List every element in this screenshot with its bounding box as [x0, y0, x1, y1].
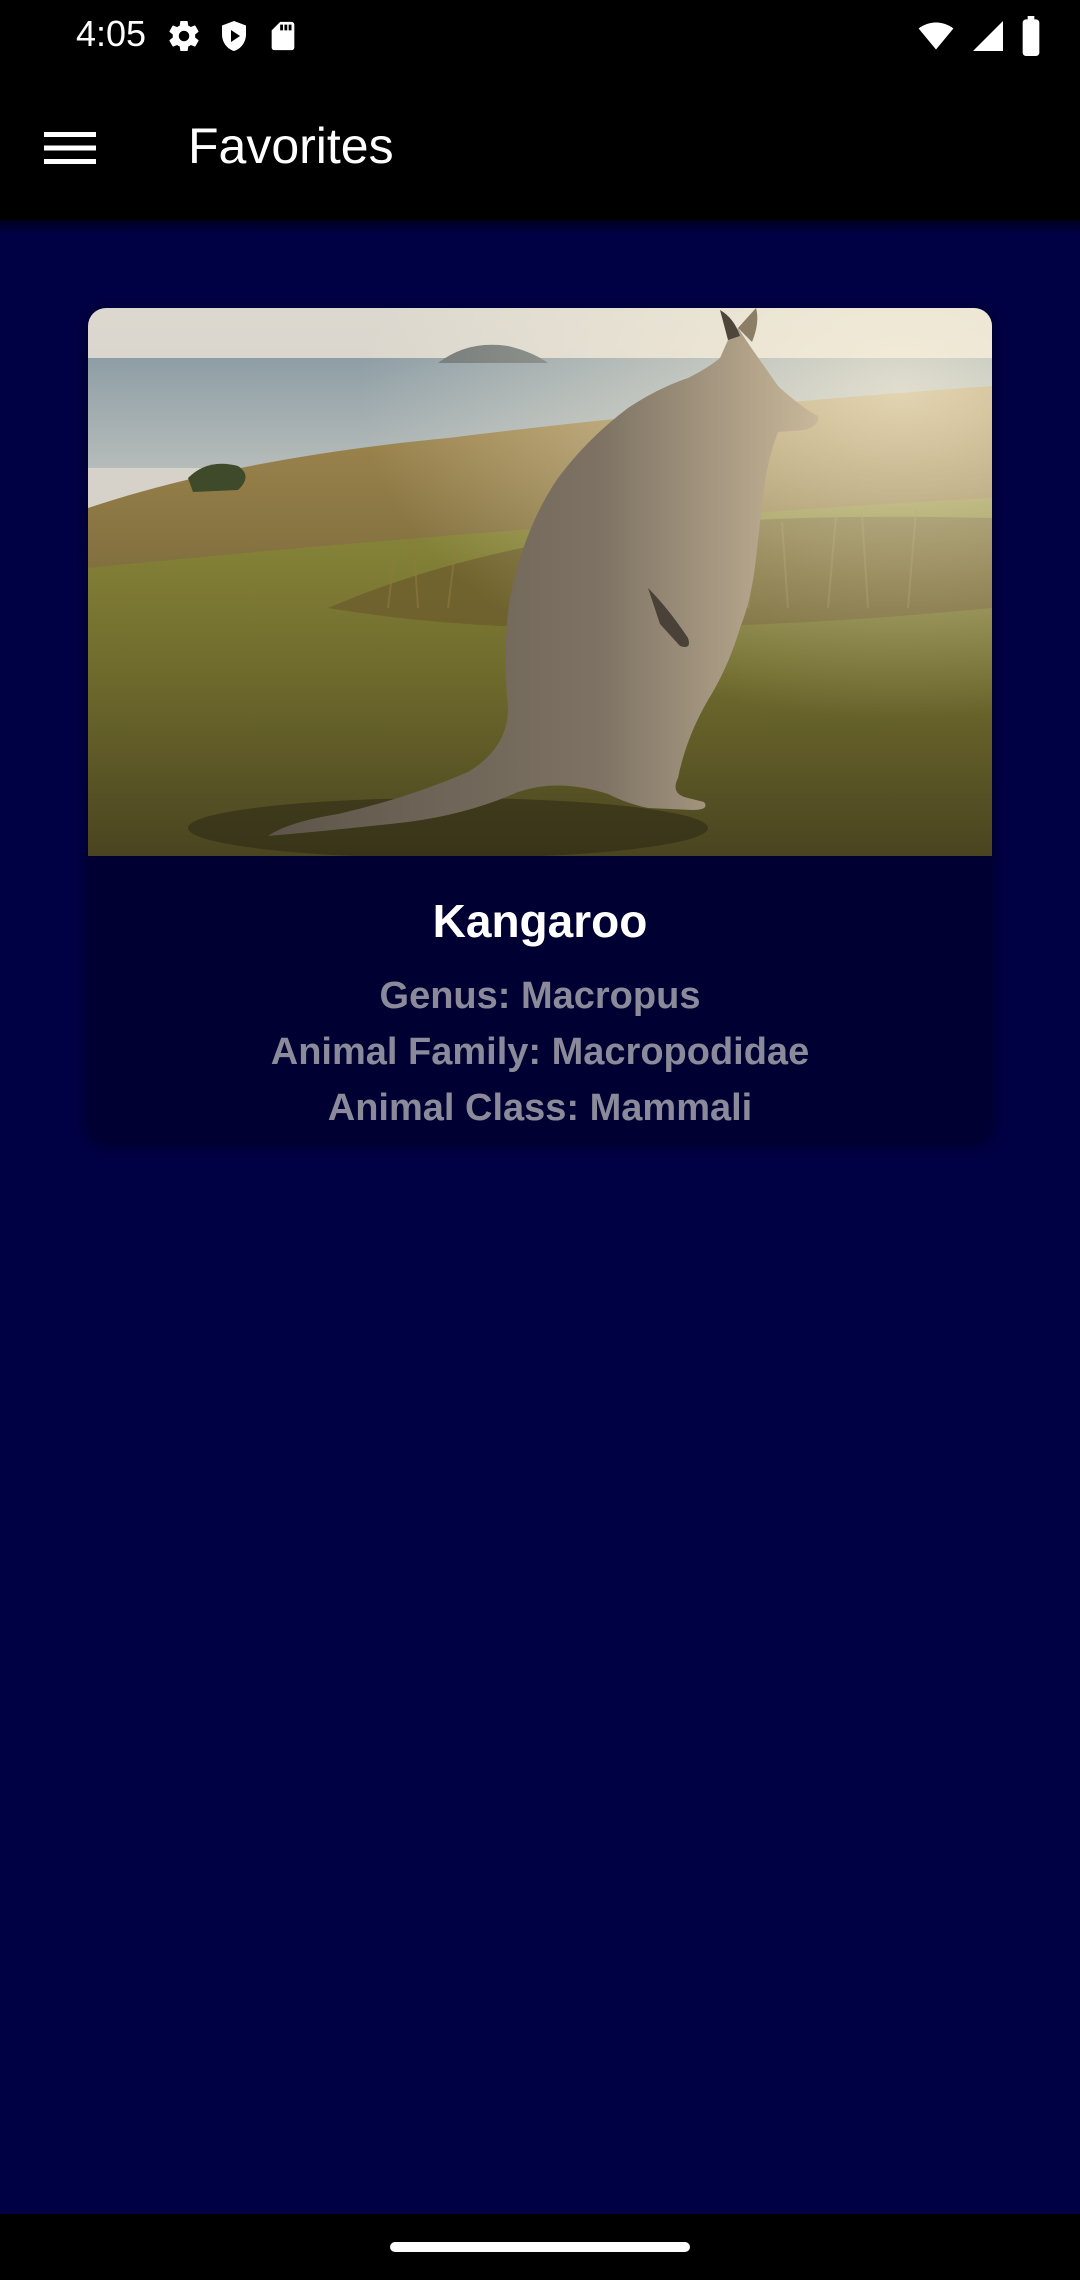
- settings-icon: [166, 18, 202, 54]
- animal-family: Animal Family: Macropodidae: [270, 1031, 810, 1073]
- animal-class: Animal Class: Mammali: [327, 1087, 753, 1129]
- menu-button[interactable]: [22, 102, 118, 198]
- kangaroo-photo: [88, 308, 992, 856]
- page-title: Favorites: [188, 118, 394, 174]
- navigation-bar: [0, 2214, 1080, 2280]
- battery-icon: [1020, 16, 1042, 56]
- animal-genus: Genus: Macropus: [379, 975, 701, 1017]
- system-icons: [916, 16, 1042, 56]
- home-indicator[interactable]: [390, 2242, 690, 2252]
- cellular-signal-icon: [970, 18, 1006, 54]
- app-bar: Favorites: [0, 72, 1080, 220]
- status-time: 4:05: [76, 13, 147, 54]
- wifi-icon: [916, 18, 956, 54]
- sd-card-icon: [266, 18, 300, 54]
- status-bar: 4:05: [0, 0, 1080, 72]
- menu-icon: [44, 130, 96, 171]
- favorite-card-kangaroo[interactable]: Kangaroo Genus: Macropus Animal Family: …: [88, 308, 992, 1140]
- notification-icons: [166, 16, 300, 56]
- app-bar-shadow: [0, 220, 1080, 234]
- animal-name: Kangaroo: [432, 895, 648, 947]
- shield-play-icon: [216, 18, 252, 54]
